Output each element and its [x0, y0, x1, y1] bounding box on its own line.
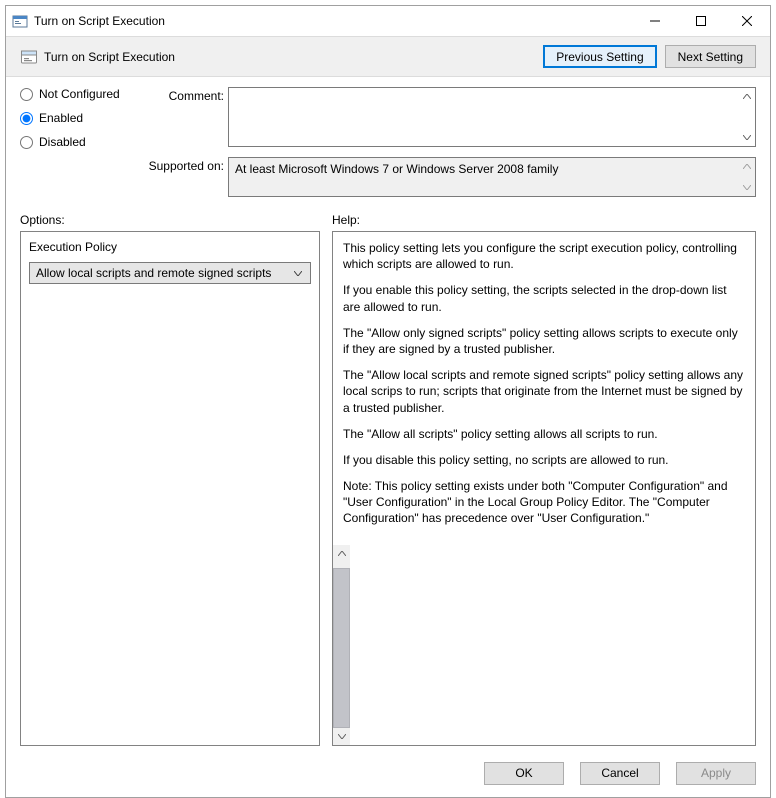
policy-item-icon	[20, 48, 38, 66]
radio-enabled-label: Enabled	[39, 111, 83, 125]
supported-on-label: Supported on:	[144, 157, 224, 197]
scroll-up-icon[interactable]	[333, 545, 350, 562]
radio-disabled-input[interactable]	[20, 136, 33, 149]
state-radio-group: Not Configured Enabled Disabled	[20, 87, 140, 197]
comment-field-wrap	[228, 87, 756, 147]
dialog-footer: OK Cancel Apply	[6, 752, 770, 797]
radio-enabled[interactable]: Enabled	[20, 111, 140, 125]
maximize-button[interactable]	[678, 6, 724, 36]
help-label: Help:	[320, 213, 756, 227]
chevron-down-icon	[290, 263, 306, 283]
execution-policy-label: Execution Policy	[29, 240, 311, 254]
top-region: Not Configured Enabled Disabled Comment:	[6, 77, 770, 203]
close-button[interactable]	[724, 6, 770, 36]
scrollbar-thumb[interactable]	[333, 568, 350, 728]
help-paragraph: The "Allow local scripts and remote sign…	[343, 367, 745, 416]
help-panel: This policy setting lets you configure t…	[332, 231, 756, 746]
section-labels-row: Options: Help:	[6, 203, 770, 231]
supported-scrollbar[interactable]	[738, 158, 755, 196]
cancel-button[interactable]: Cancel	[580, 762, 660, 785]
dialog-window: Turn on Script Execution T	[0, 0, 776, 636]
options-panel: Execution Policy Allow local scripts and…	[20, 231, 320, 746]
supported-on-text: At least Microsoft Windows 7 or Windows …	[229, 158, 738, 196]
radio-enabled-input[interactable]	[20, 112, 33, 125]
help-scrollbar[interactable]	[333, 545, 350, 745]
execution-policy-value: Allow local scripts and remote signed sc…	[36, 266, 271, 280]
supported-on-box: At least Microsoft Windows 7 or Windows …	[228, 157, 756, 197]
policy-title: Turn on Script Execution	[44, 50, 175, 64]
window-title: Turn on Script Execution	[34, 14, 165, 28]
panels: Execution Policy Allow local scripts and…	[6, 231, 770, 752]
help-paragraph: Note: This policy setting exists under b…	[343, 478, 745, 527]
help-text-body: This policy setting lets you configure t…	[333, 232, 755, 545]
header-strip: Turn on Script Execution Previous Settin…	[6, 36, 770, 77]
comment-textarea[interactable]	[229, 88, 738, 146]
scroll-up-icon[interactable]	[738, 88, 755, 105]
comment-scrollbar[interactable]	[738, 88, 755, 146]
titlebar: Turn on Script Execution	[6, 6, 770, 36]
scroll-down-icon[interactable]	[738, 179, 755, 196]
execution-policy-dropdown[interactable]: Allow local scripts and remote signed sc…	[29, 262, 311, 284]
help-paragraph: If you enable this policy setting, the s…	[343, 282, 745, 314]
ok-button[interactable]: OK	[484, 762, 564, 785]
help-paragraph: The "Allow only signed scripts" policy s…	[343, 325, 745, 357]
help-paragraph: If you disable this policy setting, no s…	[343, 452, 745, 468]
scroll-down-icon[interactable]	[333, 728, 350, 745]
next-setting-button[interactable]: Next Setting	[665, 45, 756, 68]
previous-setting-button[interactable]: Previous Setting	[543, 45, 656, 68]
scroll-down-icon[interactable]	[738, 129, 755, 146]
radio-not-configured[interactable]: Not Configured	[20, 87, 140, 101]
options-label: Options:	[20, 213, 320, 227]
radio-not-configured-input[interactable]	[20, 88, 33, 101]
minimize-button[interactable]	[632, 6, 678, 36]
radio-disabled[interactable]: Disabled	[20, 135, 140, 149]
policy-icon	[12, 13, 28, 29]
help-paragraph: This policy setting lets you configure t…	[343, 240, 745, 272]
dialog-inner: Turn on Script Execution T	[5, 5, 771, 798]
apply-button[interactable]: Apply	[676, 762, 756, 785]
scroll-up-icon[interactable]	[738, 158, 755, 175]
comment-label: Comment:	[144, 87, 224, 103]
radio-disabled-label: Disabled	[39, 135, 86, 149]
radio-not-configured-label: Not Configured	[39, 87, 120, 101]
help-paragraph: The "Allow all scripts" policy setting a…	[343, 426, 745, 442]
